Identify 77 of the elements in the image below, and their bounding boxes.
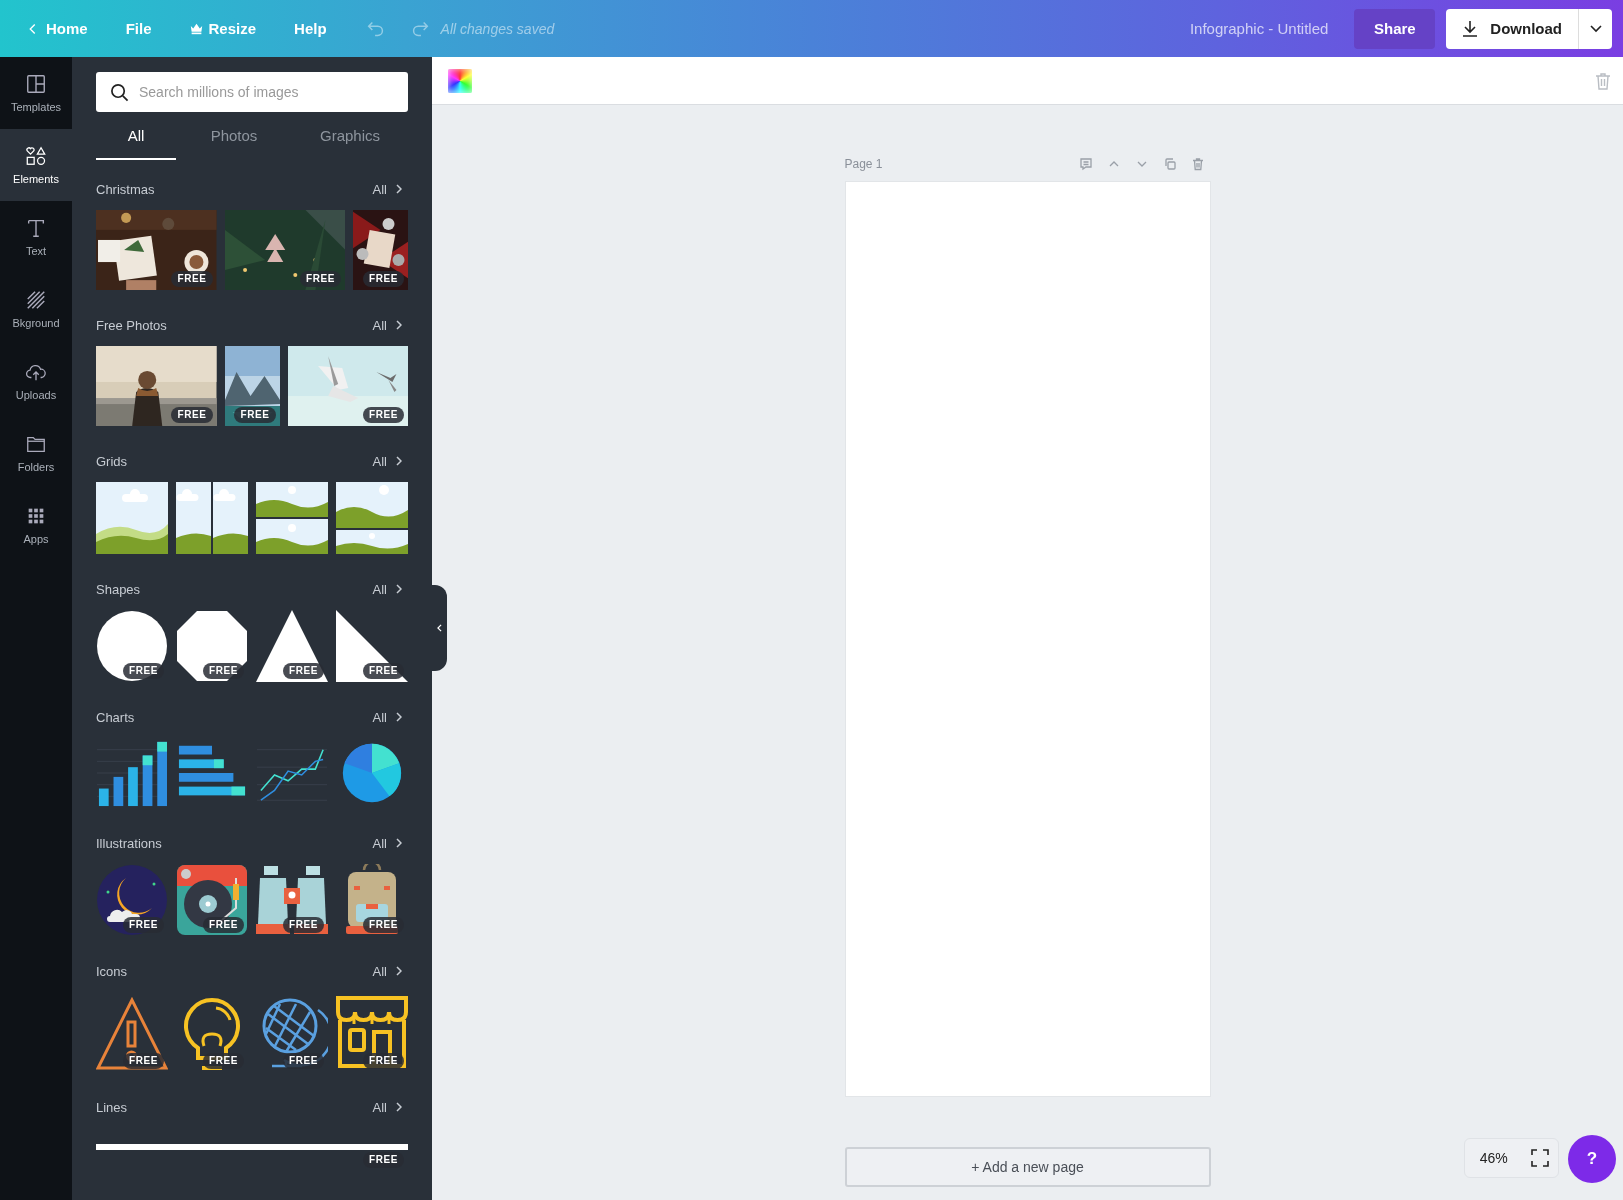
section-title: Christmas <box>96 181 155 197</box>
chevron-right-icon <box>396 838 402 848</box>
fullscreen-icon[interactable] <box>1531 1149 1550 1167</box>
category-tab[interactable]: All <box>96 112 176 160</box>
grid-layout-drawing[interactable] <box>176 482 248 554</box>
section-title: Lines <box>96 1099 128 1115</box>
collapse-panel-button[interactable] <box>432 585 447 671</box>
text-icon <box>25 217 47 239</box>
chevron-right-icon <box>396 184 402 194</box>
layout-icon <box>25 73 47 95</box>
zoom-level[interactable]: 46% <box>1473 1149 1514 1167</box>
stripes-icon <box>25 289 47 311</box>
free-badge: FREE <box>122 663 164 679</box>
free-badge: FREE <box>282 663 324 679</box>
free-badge: FREE <box>122 1053 164 1069</box>
see-all-link[interactable]: All <box>372 963 408 979</box>
free-badge: FREE <box>362 407 404 423</box>
search-field[interactable]: Search millions of images <box>96 72 408 112</box>
caret-icon <box>1589 24 1602 33</box>
free-badge: FREE <box>171 407 213 423</box>
chevron-left-icon <box>437 624 442 632</box>
share-button[interactable]: Share <box>1354 8 1436 49</box>
section-title: Free Photos <box>96 317 167 333</box>
free-badge: FREE <box>299 271 341 287</box>
free-badge: FREE <box>234 407 276 423</box>
sidebar-tab[interactable]: Uploads <box>0 345 72 417</box>
help-button[interactable]: ? <box>1568 1135 1616 1183</box>
chevron-right-icon <box>396 966 402 976</box>
chevron-right-icon <box>396 1102 402 1112</box>
zoom-control[interactable]: 46% <box>1464 1138 1559 1178</box>
see-all-link[interactable]: All <box>372 835 408 851</box>
category-tab[interactable]: Graphics <box>292 112 408 160</box>
grid-layout-drawing[interactable] <box>336 482 408 554</box>
section-title: Icons <box>96 963 128 979</box>
shapes-icon <box>25 145 47 167</box>
sidebar-tab[interactable]: Apps <box>0 489 72 561</box>
free-badge: FREE <box>282 917 324 933</box>
add-page-button[interactable]: + Add a new page <box>844 1147 1211 1187</box>
sidebar-tab[interactable]: Elements <box>0 129 72 201</box>
section-title: Grids <box>96 453 128 469</box>
crown-icon <box>189 22 203 35</box>
free-badge: FREE <box>362 271 404 287</box>
color-picker[interactable] <box>448 68 472 93</box>
free-badge: FREE <box>362 1053 404 1069</box>
free-badge: FREE <box>202 917 244 933</box>
chevron-right-icon <box>396 712 402 722</box>
section-title: Illustrations <box>96 835 162 851</box>
free-badge: FREE <box>362 663 404 679</box>
chevron-right-icon <box>396 320 402 330</box>
free-badge: FREE <box>362 917 404 933</box>
free-badge: FREE <box>171 271 213 287</box>
free-badge: FREE <box>202 663 244 679</box>
free-badge: FREE <box>282 1053 324 1069</box>
sidebar-tab[interactable]: Templates <box>0 57 72 129</box>
chevron-right-icon <box>396 456 402 466</box>
free-badge: FREE <box>202 1053 244 1069</box>
section-title: Shapes <box>96 581 141 597</box>
see-all-link[interactable]: All <box>372 453 408 469</box>
see-all-link[interactable]: All <box>372 709 408 725</box>
octagon-shape[interactable] <box>176 610 248 682</box>
see-all-link[interactable]: All <box>372 317 408 333</box>
category-tab[interactable]: Photos <box>176 112 292 160</box>
free-badge: FREE <box>122 917 164 933</box>
free-badge: FREE <box>362 1152 404 1168</box>
see-all-link[interactable]: All <box>372 1099 408 1115</box>
turntable-illustration[interactable] <box>176 864 248 936</box>
chevron-right-icon <box>396 584 402 594</box>
see-all-link[interactable]: All <box>372 581 408 597</box>
grid-layout-drawing[interactable] <box>256 482 328 554</box>
page-label: Page 1 <box>844 157 884 171</box>
save-status: All changes saved <box>440 20 555 37</box>
section-title: Charts <box>96 709 135 725</box>
sidebar-tab[interactable]: Bkground <box>0 273 72 345</box>
sidebar-tab[interactable]: Text <box>0 201 72 273</box>
see-all-link[interactable]: All <box>372 181 408 197</box>
search-icon <box>110 83 129 102</box>
sidebar-tab[interactable]: Folders <box>0 417 72 489</box>
